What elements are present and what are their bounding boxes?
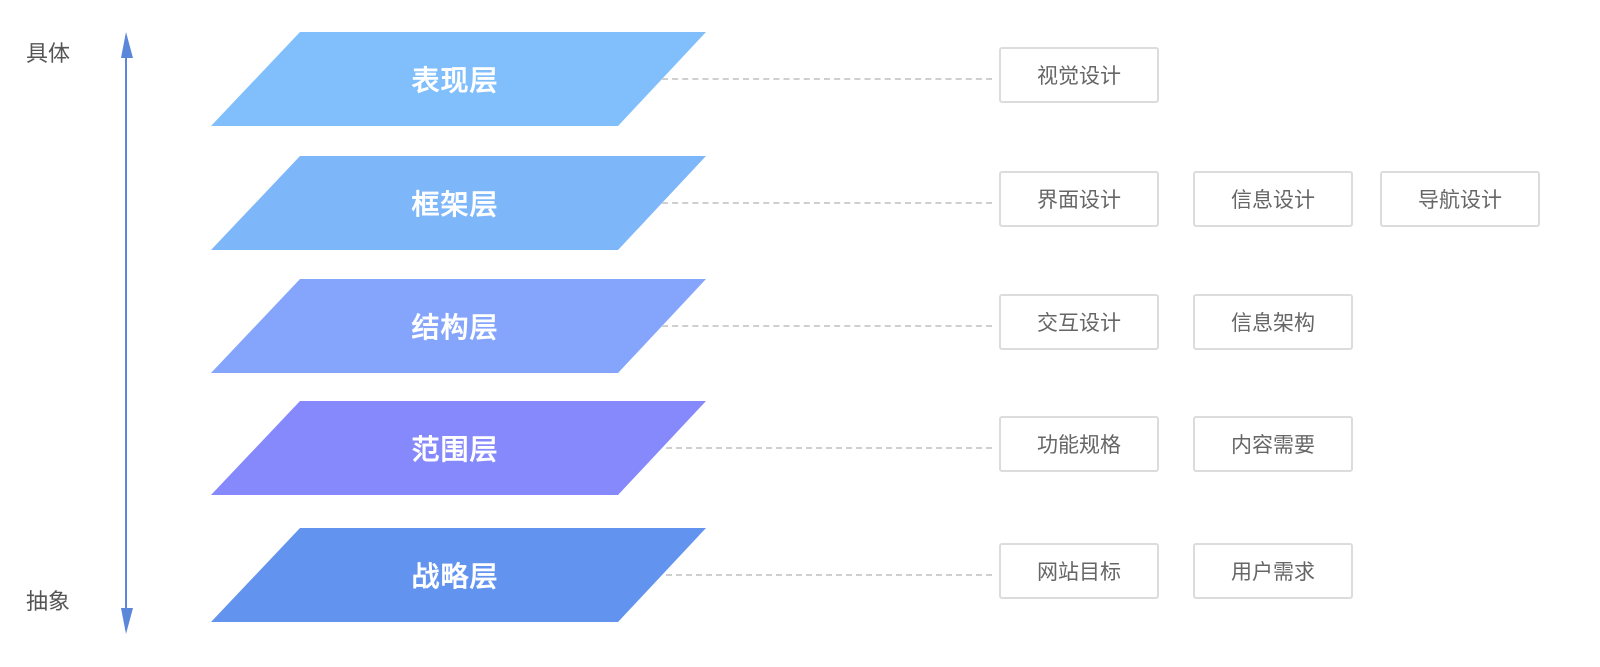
element-tag: 信息设计	[1193, 171, 1353, 227]
element-tag: 视觉设计	[999, 47, 1159, 103]
dashed-connector	[666, 447, 992, 449]
dashed-connector	[662, 78, 992, 80]
element-tag: 信息架构	[1193, 294, 1353, 350]
dashed-connector	[662, 202, 992, 204]
element-tag: 导航设计	[1380, 171, 1540, 227]
element-tag: 网站目标	[999, 543, 1159, 599]
element-tag: 界面设计	[999, 171, 1159, 227]
element-tag: 用户需求	[1193, 543, 1353, 599]
dashed-connector	[662, 325, 992, 327]
layer-name: 框架层	[411, 188, 499, 221]
layer-name: 表现层	[411, 64, 499, 97]
layer-skeleton: 框架层 界面设计 信息设计 导航设计	[0, 156, 1600, 250]
layer-name: 战略层	[411, 560, 499, 593]
element-tag: 交互设计	[999, 294, 1159, 350]
layer-structure: 结构层 交互设计 信息架构	[0, 279, 1600, 373]
layer-name: 范围层	[411, 433, 499, 466]
dashed-connector	[666, 574, 992, 576]
element-tag: 功能规格	[999, 416, 1159, 472]
layer-strategy: 战略层 网站目标 用户需求	[0, 528, 1600, 622]
layer-name: 结构层	[411, 311, 499, 344]
layer-presentation: 表现层 视觉设计	[0, 32, 1600, 126]
layer-scope: 范围层 功能规格 内容需要	[0, 401, 1600, 495]
element-tag: 内容需要	[1193, 416, 1353, 472]
